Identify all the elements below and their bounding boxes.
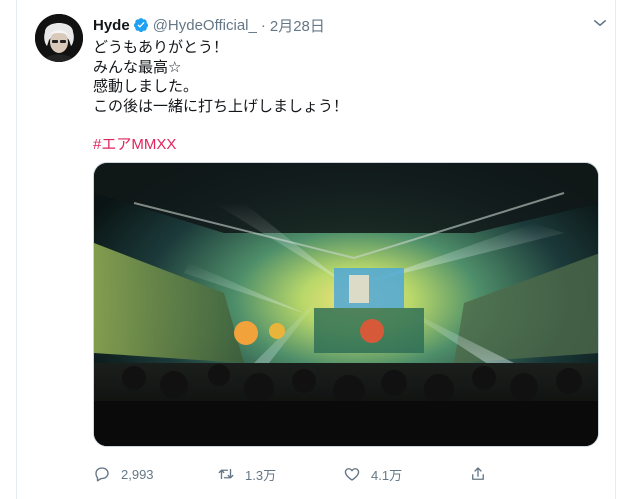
tweet-line: 感動しました。 [93,78,199,95]
share-icon [472,467,484,480]
tweet-photo[interactable] [93,162,599,447]
tweet-line: どうもありがとう！ [93,39,229,56]
tweet-header: Hyde @HydeOfficial_ · 2月28日 [93,15,603,35]
tweet-card[interactable]: Hyde @HydeOfficial_ · 2月28日 どうもありがとう！ みん… [16,0,616,499]
tweet-actions: 2,993 1.3万 4.1万 [93,462,603,486]
avatar[interactable] [35,14,83,62]
tweet-line: みんな最高☆ [93,58,182,76]
chevron-down-icon[interactable] [591,14,609,32]
reply-button[interactable]: 2,993 [93,465,217,483]
retweet-button[interactable]: 1.3万 [217,465,343,484]
user-handle[interactable]: @HydeOfficial_ [153,17,257,34]
retweet-icon [218,468,234,480]
tweet-date[interactable]: 2月28日 [270,15,325,36]
tweet-line: この後は一緒に打ち上げしましょう！ [93,97,349,115]
verified-badge-icon [133,17,149,33]
like-count: 4.1万 [371,467,403,483]
like-icon [344,468,360,481]
like-button[interactable]: 4.1万 [343,465,469,484]
display-name[interactable]: Hyde [93,17,130,34]
retweet-count: 1.3万 [245,467,277,483]
reply-count: 2,993 [121,466,154,482]
share-button[interactable] [469,465,497,483]
hashtag-link[interactable]: #エアMMXX [93,133,176,154]
reply-icon [95,467,109,482]
tweet-text: どうもありがとう！ みんな最高☆ 感動しました。 この後は一緒に打ち上げしましょ… [93,38,603,116]
separator-dot: · [260,16,266,34]
